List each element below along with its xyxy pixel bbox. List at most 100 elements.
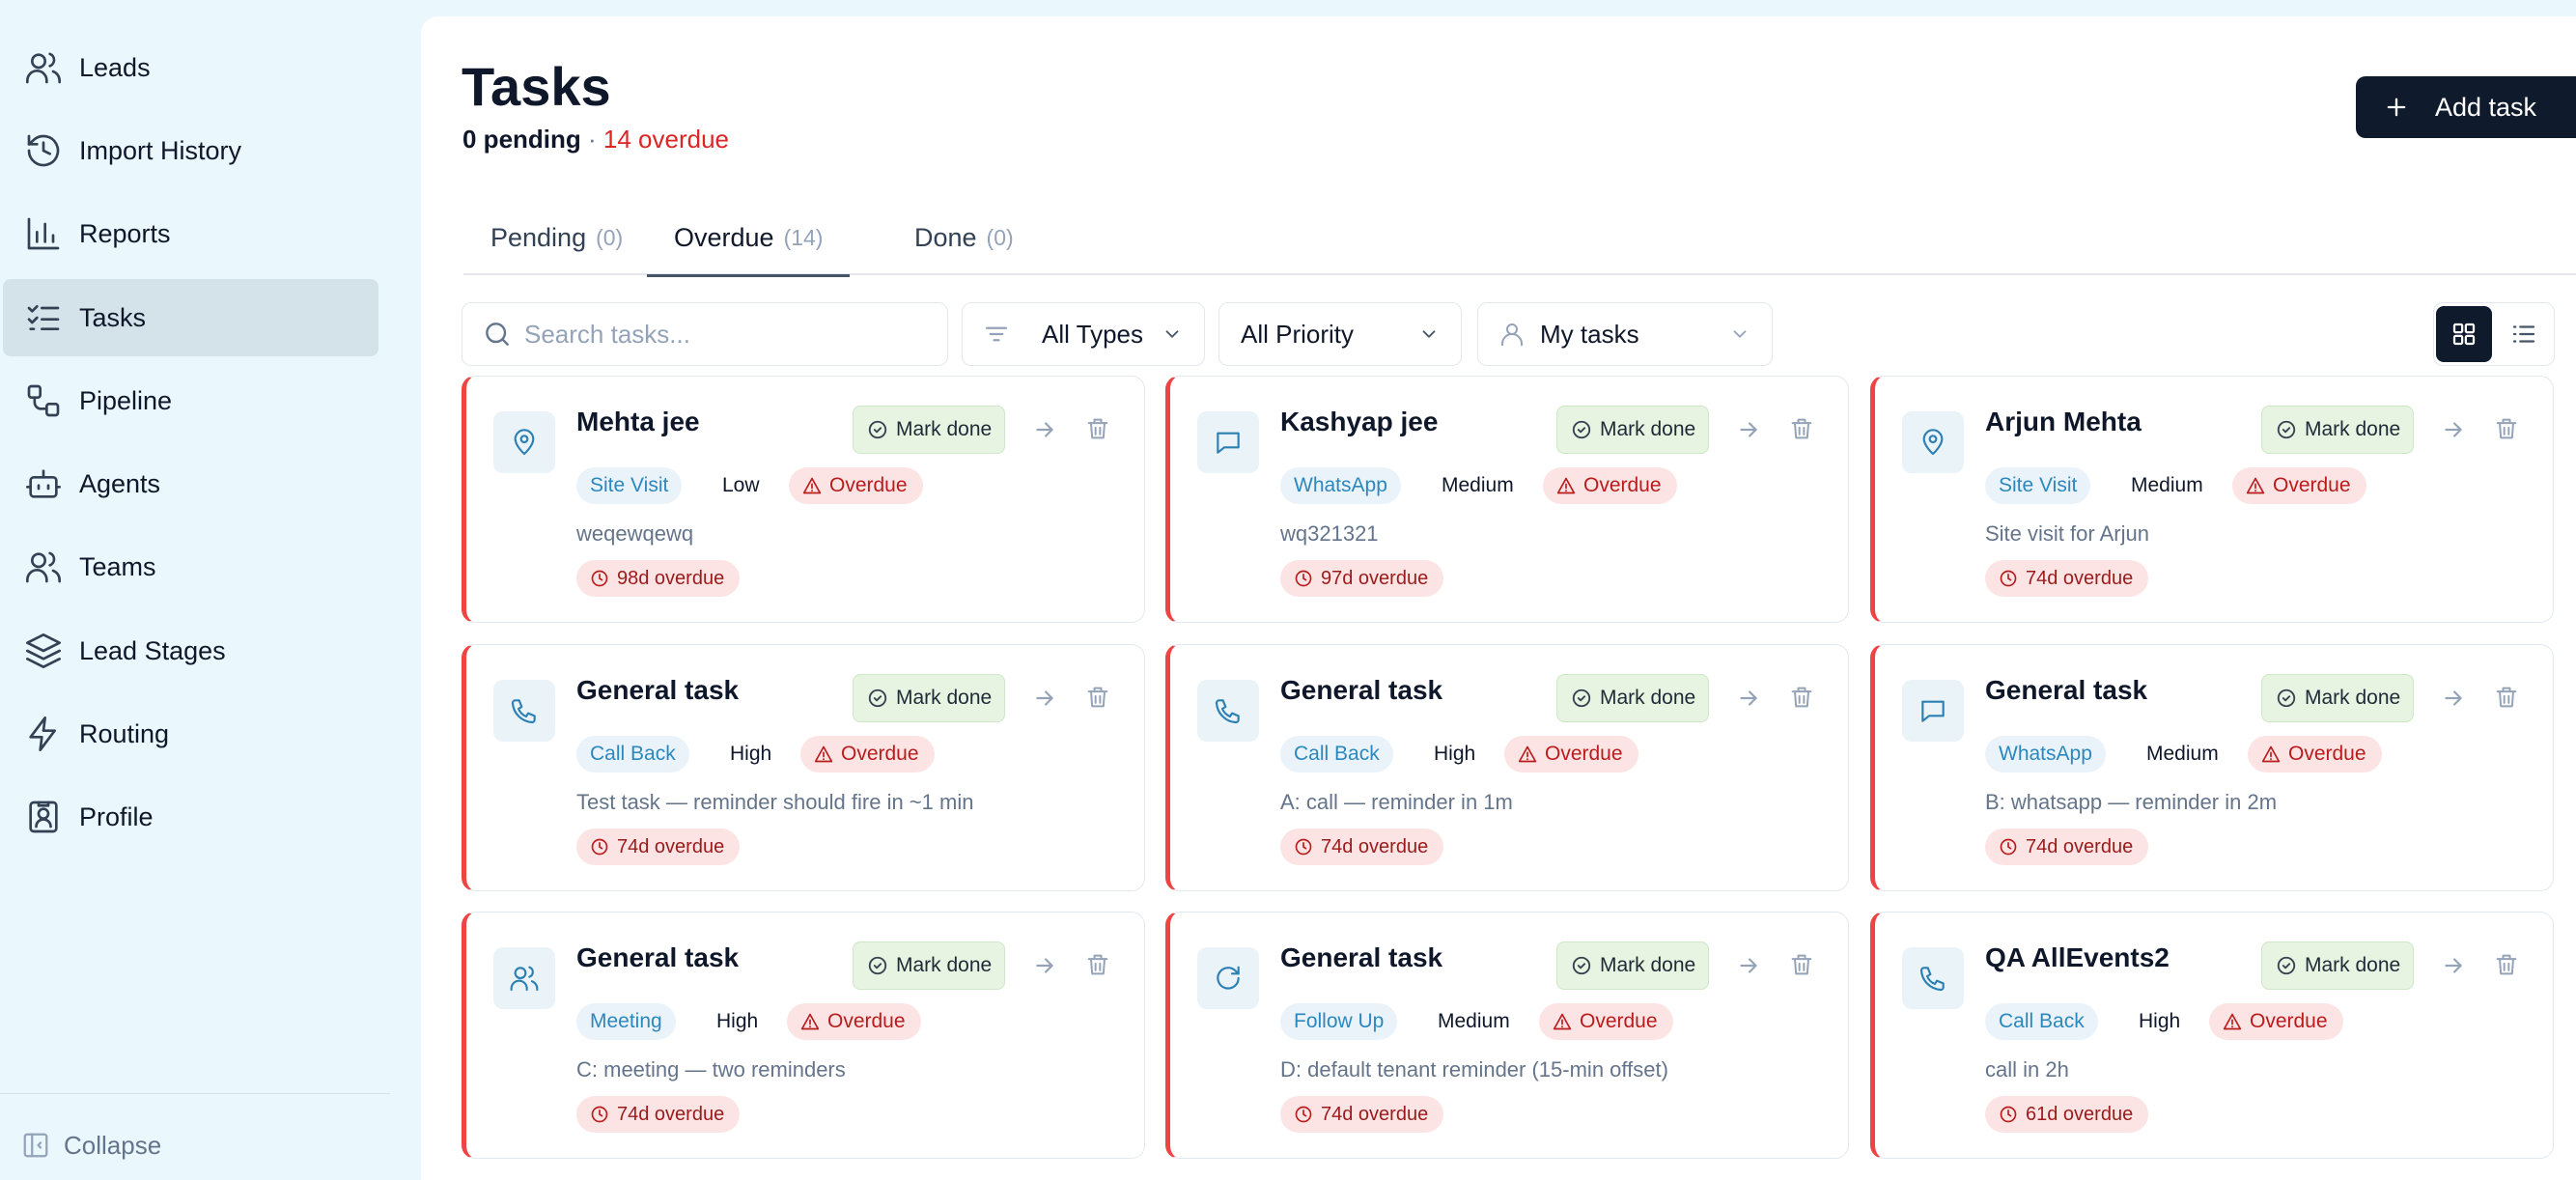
add-task-button[interactable]: Add task bbox=[2356, 76, 2576, 138]
sidebar-item-lead-stages[interactable]: Lead Stages bbox=[3, 612, 378, 689]
trash-icon[interactable] bbox=[1788, 415, 1815, 442]
overdue-badge: Overdue bbox=[1543, 467, 1677, 504]
mark-done-button[interactable]: Mark done bbox=[1556, 406, 1709, 454]
overdue-badge-label: Overdue bbox=[829, 474, 908, 496]
trash-icon[interactable] bbox=[1084, 951, 1111, 978]
arrow-right-icon[interactable] bbox=[1736, 417, 1761, 442]
clock-icon bbox=[1999, 1105, 2018, 1124]
priority-label: Medium bbox=[2146, 743, 2219, 765]
owner-filter-dropdown[interactable]: My tasks bbox=[1477, 302, 1773, 366]
trash-icon[interactable] bbox=[2493, 684, 2520, 711]
sidebar-item-leads[interactable]: Leads bbox=[3, 29, 378, 106]
check-circle-icon bbox=[2276, 688, 2297, 709]
tab-done[interactable]: Done (0) bbox=[914, 200, 1014, 275]
panel-collapse-icon bbox=[21, 1131, 50, 1160]
sidebar-item-tasks[interactable]: Tasks bbox=[3, 279, 378, 356]
sidebar-item-reports[interactable]: Reports bbox=[3, 195, 378, 272]
trash-icon[interactable] bbox=[1788, 684, 1815, 711]
sidebar-item-profile[interactable]: Profile bbox=[3, 778, 378, 856]
task-title: General task bbox=[1985, 675, 2148, 705]
arrow-right-icon[interactable] bbox=[1032, 953, 1057, 978]
grid-view-button[interactable] bbox=[2436, 306, 2492, 362]
mark-done-button[interactable]: Mark done bbox=[853, 406, 1005, 454]
warning-icon bbox=[1518, 745, 1537, 764]
tab-pending[interactable]: Pending (0) bbox=[490, 200, 623, 275]
task-card[interactable]: Arjun Mehta Mark done Site Visit Medium Over… bbox=[1870, 376, 2554, 623]
mark-done-button[interactable]: Mark done bbox=[2261, 674, 2414, 722]
task-card[interactable]: General task Mark done Follow Up Medium Over… bbox=[1165, 912, 1849, 1159]
mark-done-label: Mark done bbox=[2305, 418, 2401, 440]
view-toggle bbox=[2433, 302, 2555, 366]
overdue-badge-label: Overdue bbox=[841, 743, 919, 765]
mark-done-button[interactable]: Mark done bbox=[2261, 406, 2414, 454]
sidebar-item-label: Lead Stages bbox=[79, 635, 226, 665]
list-view-button[interactable] bbox=[2496, 306, 2552, 362]
warning-icon bbox=[814, 745, 833, 764]
tab-overdue[interactable]: Overdue (14) bbox=[647, 200, 851, 277]
mark-done-button[interactable]: Mark done bbox=[1556, 941, 1709, 990]
check-circle-icon bbox=[1571, 955, 1592, 976]
arrow-right-icon[interactable] bbox=[2441, 686, 2466, 711]
trash-icon[interactable] bbox=[1788, 951, 1815, 978]
task-title: Arjun Mehta bbox=[1985, 407, 2142, 436]
mark-done-button[interactable]: Mark done bbox=[853, 941, 1005, 990]
arrow-right-icon[interactable] bbox=[1032, 417, 1057, 442]
task-card[interactable]: General task Mark done Meeting High Overdue C… bbox=[462, 912, 1145, 1159]
task-card[interactable]: General task Mark done Call Back High Overdu… bbox=[1165, 644, 1849, 891]
sidebar-item-pipeline[interactable]: Pipeline bbox=[3, 362, 378, 439]
overdue-duration: 97d overdue bbox=[1321, 567, 1429, 589]
overdue-duration-badge: 74d overdue bbox=[1280, 829, 1444, 865]
meeting-icon bbox=[493, 947, 555, 1009]
mark-done-label: Mark done bbox=[1600, 687, 1696, 709]
trash-icon[interactable] bbox=[1084, 684, 1111, 711]
sidebar: Leads Import History Reports Tasks Pipel… bbox=[0, 0, 396, 1180]
arrow-right-icon[interactable] bbox=[1032, 686, 1057, 711]
sidebar-item-agents[interactable]: Agents bbox=[3, 445, 378, 522]
task-card[interactable]: Kashyap jee Mark done WhatsApp Medium Overdu… bbox=[1165, 376, 1849, 623]
sidebar-item-import-history[interactable]: Import History bbox=[3, 112, 378, 189]
user-icon bbox=[1498, 320, 1526, 349]
overdue-count: 14 overdue bbox=[602, 125, 729, 154]
bot-icon bbox=[24, 464, 63, 503]
trash-icon[interactable] bbox=[2493, 415, 2520, 442]
sidebar-item-label: Leads bbox=[79, 52, 151, 82]
arrow-right-icon[interactable] bbox=[1736, 953, 1761, 978]
task-card[interactable]: QA AllEvents2 Mark done Call Back High Overd… bbox=[1870, 912, 2554, 1159]
overdue-duration-badge: 98d overdue bbox=[576, 560, 741, 597]
task-title: General task bbox=[1280, 675, 1443, 705]
mark-done-button[interactable]: Mark done bbox=[1556, 674, 1709, 722]
arrow-right-icon[interactable] bbox=[1736, 686, 1761, 711]
task-card[interactable]: General task Mark done Call Back High Overdu… bbox=[462, 644, 1145, 891]
type-filter-dropdown[interactable]: All Types bbox=[962, 302, 1205, 366]
overdue-badge-label: Overdue bbox=[827, 1010, 906, 1032]
mark-done-label: Mark done bbox=[2305, 954, 2401, 976]
arrow-right-icon[interactable] bbox=[2441, 417, 2466, 442]
priority-label: Medium bbox=[1438, 1010, 1510, 1032]
trash-icon[interactable] bbox=[2493, 951, 2520, 978]
priority-label: High bbox=[716, 1010, 759, 1032]
warning-icon bbox=[800, 1012, 820, 1031]
trash-icon[interactable] bbox=[1084, 415, 1111, 442]
check-circle-icon bbox=[2276, 955, 2297, 976]
collapse-button[interactable]: Collapse bbox=[21, 1126, 161, 1165]
task-type-badge: Call Back bbox=[576, 736, 689, 773]
summary-separator: · bbox=[580, 125, 603, 154]
priority-filter-dropdown[interactable]: All Priority bbox=[1218, 302, 1462, 366]
search-input[interactable] bbox=[524, 315, 930, 353]
sidebar-item-teams[interactable]: Teams bbox=[3, 528, 378, 605]
check-circle-icon bbox=[867, 419, 888, 440]
phone-icon bbox=[1197, 680, 1259, 742]
tab-count: (0) bbox=[986, 224, 1014, 250]
overdue-duration-badge: 74d overdue bbox=[576, 829, 741, 865]
mark-done-button[interactable]: Mark done bbox=[2261, 941, 2414, 990]
phone-icon bbox=[1902, 947, 1964, 1009]
overdue-badge: Overdue bbox=[787, 1003, 921, 1040]
task-card[interactable]: Mehta jee Mark done Site Visit Low Overdue we… bbox=[462, 376, 1145, 623]
task-card[interactable]: General task Mark done WhatsApp Medium Overd… bbox=[1870, 644, 2554, 891]
arrow-right-icon[interactable] bbox=[2441, 953, 2466, 978]
zap-icon bbox=[24, 715, 63, 753]
sidebar-item-label: Tasks bbox=[79, 302, 147, 332]
check-circle-icon bbox=[1571, 688, 1592, 709]
mark-done-button[interactable]: Mark done bbox=[853, 674, 1005, 722]
sidebar-item-routing[interactable]: Routing bbox=[3, 695, 378, 773]
